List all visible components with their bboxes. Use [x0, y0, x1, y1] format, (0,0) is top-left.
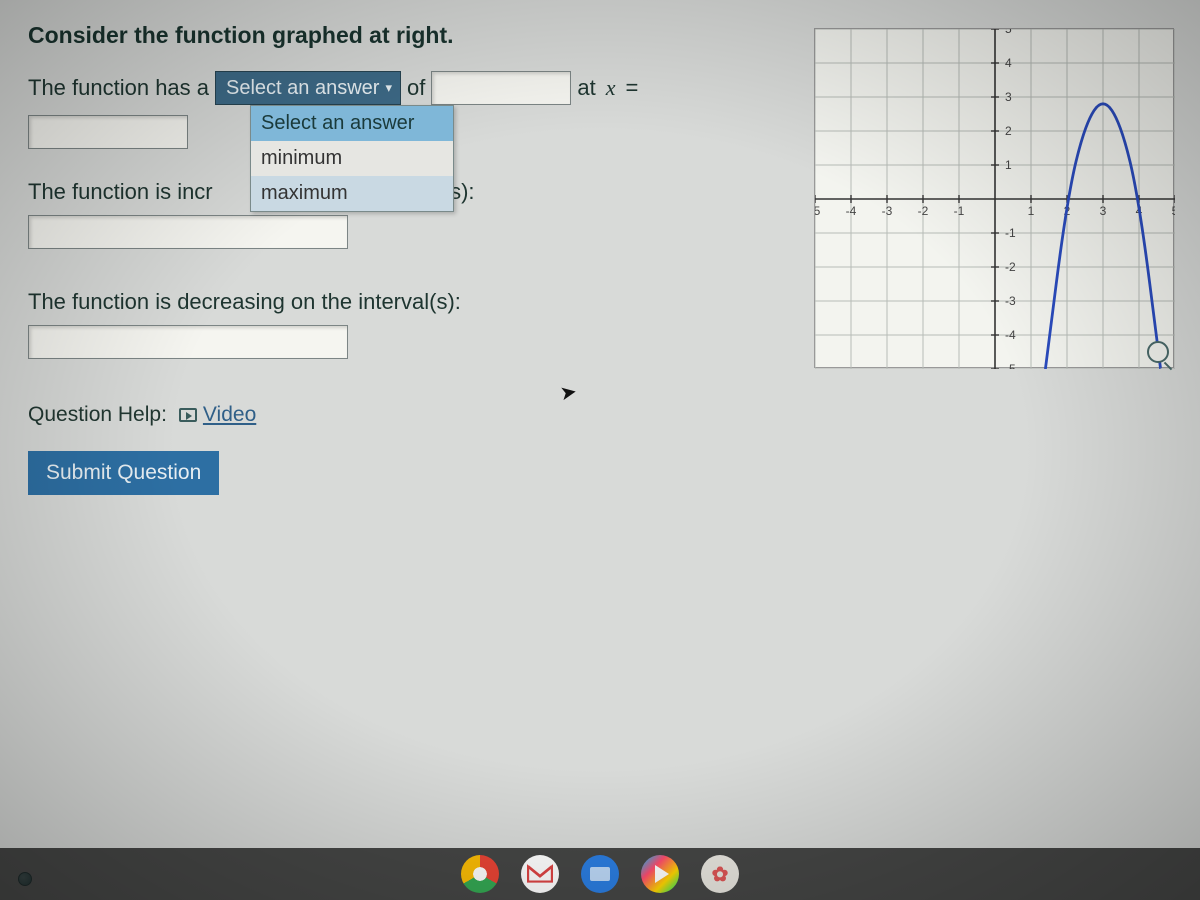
- extremum-select-dropdown: Select an answer minimum maximum: [250, 105, 454, 212]
- svg-text:-3: -3: [882, 204, 893, 218]
- svg-text:-1: -1: [1005, 226, 1016, 240]
- line2-prefix: The function is incr: [28, 179, 213, 205]
- decreasing-intervals-input[interactable]: [28, 325, 348, 359]
- extremum-value-input[interactable]: [431, 71, 571, 105]
- dropdown-option-maximum[interactable]: maximum: [251, 176, 453, 211]
- taskbar-files-icon[interactable]: [581, 855, 619, 893]
- equals-sign: =: [625, 75, 638, 101]
- svg-text:-1: -1: [954, 204, 965, 218]
- dropdown-option-placeholder[interactable]: Select an answer: [251, 106, 453, 141]
- svg-text:-5: -5: [815, 204, 821, 218]
- extremum-select[interactable]: Select an answer ▾: [215, 71, 401, 105]
- svg-text:4: 4: [1005, 56, 1012, 70]
- dropdown-option-minimum[interactable]: minimum: [251, 141, 453, 176]
- svg-text:2: 2: [1005, 124, 1012, 138]
- question-help-label: Question Help:: [28, 403, 167, 427]
- svg-text:1: 1: [1005, 158, 1012, 172]
- svg-text:3: 3: [1100, 204, 1107, 218]
- chevron-down-icon: ▾: [385, 80, 392, 96]
- svg-text:-2: -2: [1005, 260, 1016, 274]
- line3-text: The function is decreasing on the interv…: [28, 289, 461, 315]
- svg-text:-4: -4: [846, 204, 857, 218]
- svg-text:3: 3: [1005, 90, 1012, 104]
- at-x-input[interactable]: [28, 115, 188, 149]
- line1-of: of: [407, 75, 425, 101]
- line1-prefix: The function has a: [28, 75, 209, 101]
- video-link-text: Video: [203, 403, 256, 427]
- zoom-icon[interactable]: [1147, 341, 1169, 363]
- svg-text:-2: -2: [918, 204, 929, 218]
- video-help-link[interactable]: Video: [179, 403, 256, 427]
- svg-text:-4: -4: [1005, 328, 1016, 342]
- svg-text:-5: -5: [1005, 362, 1016, 369]
- svg-text:5: 5: [1005, 29, 1012, 36]
- taskbar-gmail-icon[interactable]: [521, 855, 559, 893]
- increasing-intervals-input[interactable]: [28, 215, 348, 249]
- function-graph: -5-4-3-2-112345-5-4-3-2-112345: [814, 28, 1174, 368]
- taskbar-chrome-icon[interactable]: [461, 855, 499, 893]
- math-x: x: [606, 75, 616, 101]
- extremum-select-label: Select an answer: [226, 77, 379, 100]
- taskbar-games-icon[interactable]: [701, 855, 739, 893]
- taskbar: [0, 848, 1200, 900]
- submit-question-button[interactable]: Submit Question: [28, 451, 219, 495]
- svg-text:1: 1: [1028, 204, 1035, 218]
- line1-at: at: [577, 75, 595, 101]
- svg-text:5: 5: [1172, 204, 1175, 218]
- svg-text:-3: -3: [1005, 294, 1016, 308]
- taskbar-play-icon[interactable]: [641, 855, 679, 893]
- video-icon: [179, 408, 197, 422]
